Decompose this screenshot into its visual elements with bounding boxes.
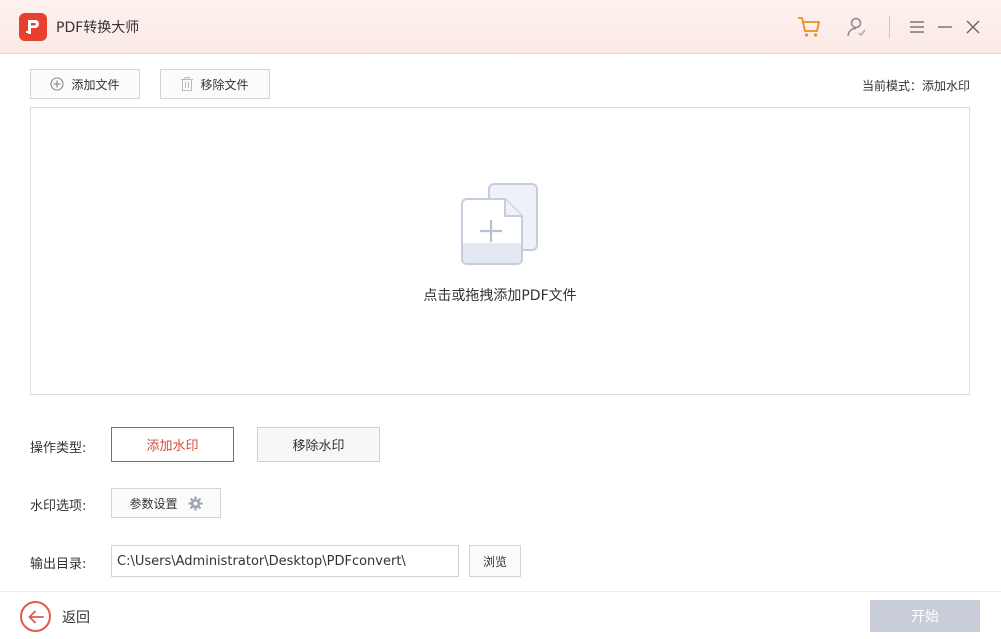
start-button[interactable]: 开始 xyxy=(870,600,980,632)
add-document-icon xyxy=(461,183,539,271)
minimize-icon[interactable] xyxy=(932,14,958,40)
back-button[interactable]: 返回 xyxy=(62,607,90,627)
remove-file-label: 移除文件 xyxy=(200,77,249,92)
app-title: PDF转换大师 xyxy=(56,20,140,36)
title-bar: PDF转换大师 xyxy=(0,0,1001,54)
menu-icon[interactable] xyxy=(904,14,930,40)
current-mode-label: 当前模式：添加水印 xyxy=(861,79,970,93)
add-watermark-button[interactable]: 添加水印 xyxy=(111,427,234,462)
watermark-options-label: 水印选项: xyxy=(30,499,87,514)
back-arrow-icon[interactable] xyxy=(20,601,51,632)
parameter-settings-button[interactable]: 参数设置 xyxy=(111,488,221,518)
browse-button[interactable]: 浏览 xyxy=(469,545,521,577)
titlebar-separator xyxy=(889,16,890,38)
remove-file-button[interactable]: 移除文件 xyxy=(160,69,270,99)
cart-icon[interactable] xyxy=(796,14,822,40)
footer-divider xyxy=(0,591,1001,592)
close-icon[interactable] xyxy=(960,14,986,40)
add-circle-icon xyxy=(50,77,65,91)
gear-icon xyxy=(187,495,203,511)
remove-watermark-button[interactable]: 移除水印 xyxy=(257,427,380,462)
drop-zone-text: 点击或拖拽添加PDF文件 xyxy=(423,288,577,304)
add-file-label: 添加文件 xyxy=(71,77,120,92)
add-file-button[interactable]: 添加文件 xyxy=(30,69,140,99)
file-drop-zone[interactable]: 点击或拖拽添加PDF文件 xyxy=(30,107,970,395)
trash-icon xyxy=(181,77,194,91)
app-logo-icon xyxy=(19,13,47,41)
user-icon[interactable] xyxy=(843,14,869,40)
output-path-input[interactable] xyxy=(111,545,459,577)
parameter-settings-label: 参数设置 xyxy=(129,496,178,511)
operation-type-label: 操作类型: xyxy=(30,441,87,456)
output-directory-label: 输出目录: xyxy=(30,557,87,572)
